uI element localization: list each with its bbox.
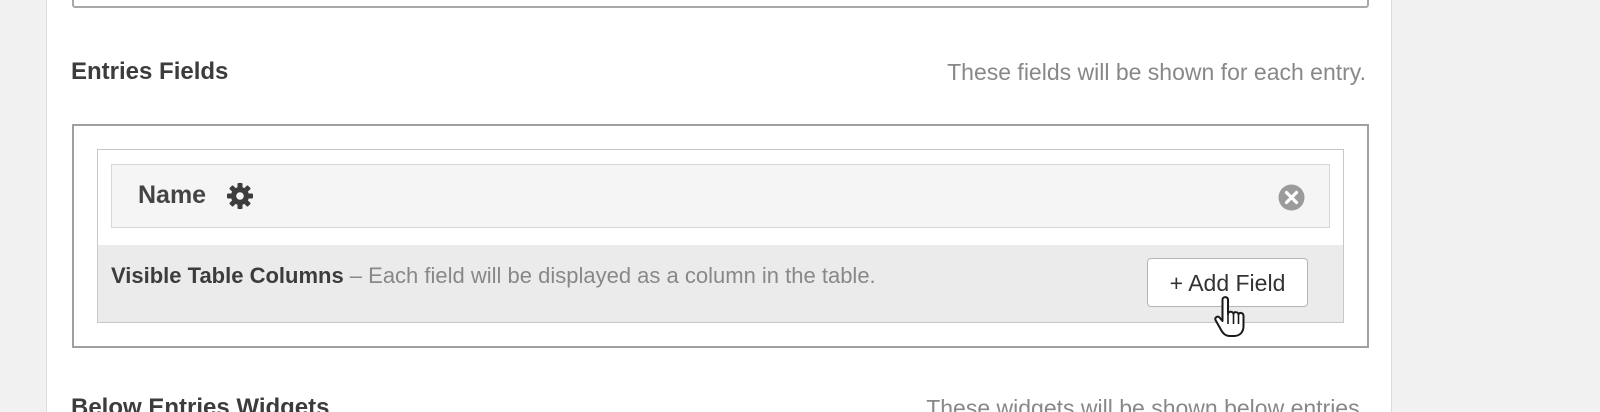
- section-description: These widgets will be shown below entrie…: [926, 395, 1366, 412]
- gear-icon[interactable]: [226, 182, 254, 210]
- field-item-name[interactable]: Name: [111, 164, 1330, 228]
- section-title: Below Entries Widgets: [71, 394, 330, 412]
- field-label: Name: [138, 181, 207, 209]
- section-description: These fields will be shown for each entr…: [947, 59, 1366, 85]
- visible-columns-info: Visible Table Columns – Each field will …: [111, 263, 876, 289]
- section-title: Entries Fields: [71, 58, 229, 85]
- entries-fields-area: Name Visible Table Columns – Each field …: [72, 124, 1369, 348]
- visible-columns-label: Visible Table Columns: [111, 263, 344, 288]
- hand-pointer-icon: [1214, 296, 1245, 337]
- previous-section-box: [72, 0, 1369, 8]
- close-circle-icon[interactable]: [1278, 184, 1305, 211]
- fields-dropzone[interactable]: Name Visible Table Columns – Each field …: [97, 149, 1344, 337]
- main-panel: Entries Fields These fields will be show…: [46, 0, 1392, 412]
- visible-columns-description: – Each field will be displayed as a colu…: [343, 263, 876, 288]
